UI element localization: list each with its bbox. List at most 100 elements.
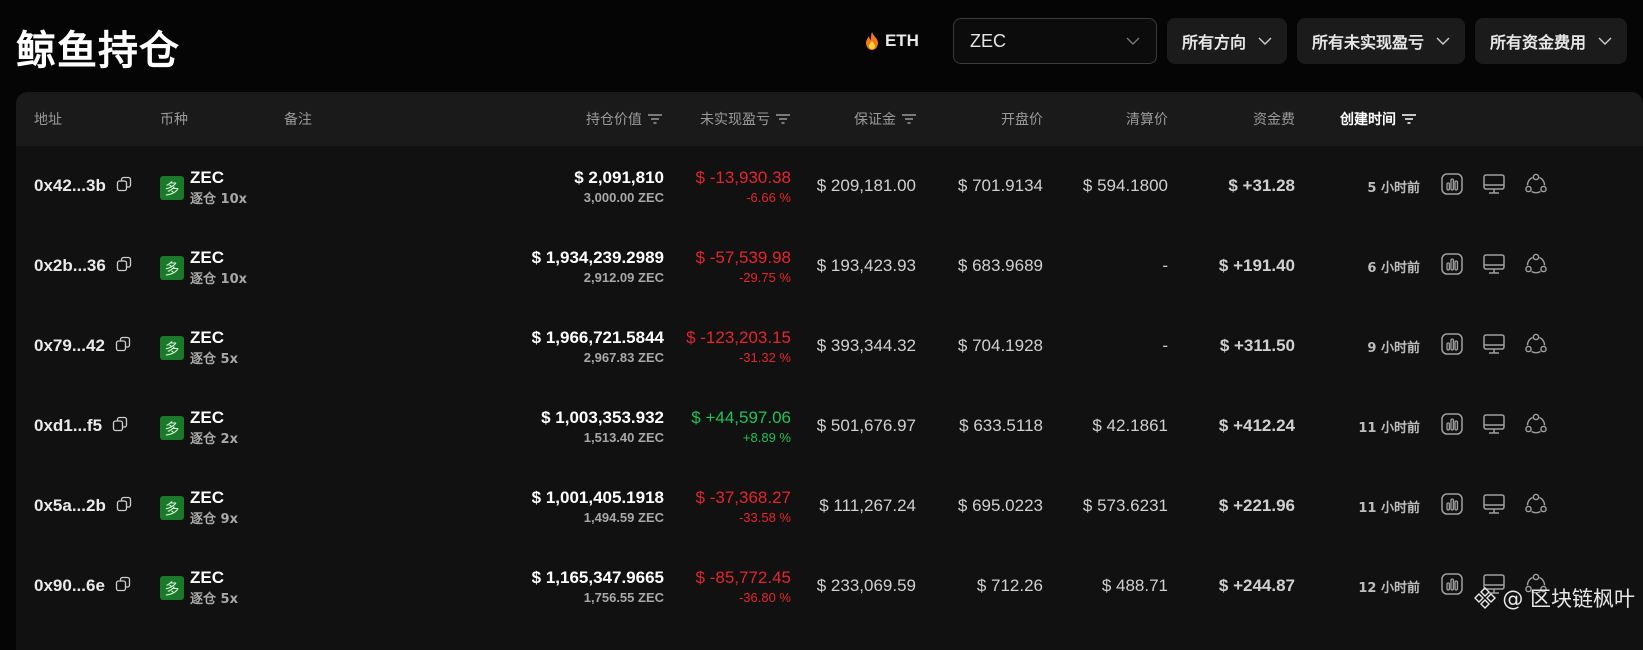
address-text[interactable]: 0x79...42 (34, 336, 105, 356)
position-value-cell: $ 1,001,405.1918 1,494.59 ZEC (436, 488, 664, 525)
margin-mode: 逐仓 5x (190, 592, 238, 607)
copy-icon[interactable] (115, 576, 131, 597)
monitor-icon[interactable] (1482, 492, 1506, 521)
unrealized-select-value: 所有未实现盈亏 (1311, 33, 1424, 52)
table-row[interactable]: 0x5a...2b 多 ZEC 逐仓 9x $ 1,001,405.1918 1,494.… (16, 466, 1643, 546)
copy-icon[interactable] (116, 496, 132, 517)
margin-mode: 逐仓 10x (190, 192, 248, 207)
monitor-icon[interactable] (1482, 172, 1506, 201)
share-icon[interactable] (1524, 412, 1548, 441)
table-row[interactable]: 0x42...3b 多 ZEC 逐仓 10x $ 2,091,810 3,000.00 Z… (16, 146, 1643, 226)
position-qty: 1,494.59 ZEC (583, 510, 664, 525)
pnl-value: $ +44,597.06 (691, 408, 791, 427)
chart-icon[interactable] (1440, 492, 1464, 521)
chevron-down-icon (1258, 37, 1272, 45)
address-cell: 0x5a...2b (34, 466, 132, 546)
coin-name: ZEC (190, 248, 224, 267)
copy-icon[interactable] (116, 256, 132, 277)
long-badge: 多 (160, 576, 184, 600)
funding-select[interactable]: 所有资金费用 (1474, 18, 1627, 64)
address-text[interactable]: 0x90...6e (34, 576, 105, 596)
table-row[interactable]: 0xd1...f5 多 ZEC 逐仓 2x $ 1,003,353.932 1,513.4… (16, 386, 1643, 466)
pnl-cell: $ -37,368.27 -33.58 % (666, 488, 791, 525)
copy-icon[interactable] (115, 336, 131, 357)
table-row[interactable]: 0x2b...36 多 ZEC 逐仓 10x $ 1,934,239.2989 2,912… (16, 226, 1643, 306)
long-badge: 多 (160, 176, 184, 200)
funding-fee-cell: $ +191.40 (1218, 256, 1295, 275)
monitor-icon[interactable] (1482, 252, 1506, 281)
pnl-percent: -6.66 % (746, 190, 791, 205)
header-margin-label: 保证金 (854, 112, 896, 128)
share-icon[interactable] (1524, 332, 1548, 361)
coin-cell: 多 ZEC 逐仓 2x (160, 408, 238, 447)
pnl-value: $ -37,368.27 (695, 488, 791, 507)
address-text[interactable]: 0x5a...2b (34, 496, 106, 516)
funding-fee-cell: $ +311.50 (1219, 336, 1295, 355)
open-price-cell: $ 704.1928 (957, 336, 1043, 355)
funding-select-value: 所有资金费用 (1489, 33, 1586, 52)
liq-price-cell: $ 594.1800 (1082, 176, 1168, 195)
coin-cell: 多 ZEC 逐仓 9x (160, 488, 238, 527)
copy-icon[interactable] (116, 176, 132, 197)
coin-cell: 多 ZEC 逐仓 5x (160, 568, 238, 607)
monitor-icon[interactable] (1482, 412, 1506, 441)
address-text[interactable]: 0x2b...36 (34, 256, 106, 276)
margin-cell: $ 193,423.93 (816, 256, 916, 275)
share-icon[interactable] (1524, 252, 1548, 281)
header-open-price-label: 开盘价 (1001, 112, 1043, 128)
header-created-time[interactable]: 创建时间 (1340, 92, 1416, 146)
funding-fee-cell: $ +244.87 (1218, 576, 1295, 595)
long-badge: 多 (160, 256, 184, 280)
header-unrealized-pnl[interactable]: 未实现盈亏 (666, 92, 790, 146)
address-cell: 0xd1...f5 (34, 386, 128, 466)
funding-fee-cell: $ +31.28 (1228, 176, 1295, 195)
coin-select[interactable]: ZEC (952, 18, 1157, 64)
row-actions (1440, 226, 1548, 306)
created-time-cell: 5 小时前 (1367, 180, 1420, 196)
chart-icon[interactable] (1440, 572, 1464, 601)
chart-icon[interactable] (1440, 252, 1464, 281)
pnl-value: $ -123,203.15 (686, 328, 791, 347)
position-value: $ 1,934,239.2989 (531, 248, 664, 267)
table-row[interactable]: 0x90...6e 多 ZEC 逐仓 5x $ 1,165,347.9665 1,756.… (16, 546, 1643, 626)
liq-price-cell: $ 573.6231 (1082, 496, 1168, 515)
direction-select[interactable]: 所有方向 (1166, 18, 1287, 64)
open-price-cell: $ 633.5118 (959, 416, 1043, 435)
hot-coin-chip[interactable]: ETH (865, 31, 943, 51)
address-text[interactable]: 0x42...3b (34, 176, 106, 196)
position-qty: 1,756.55 ZEC (583, 590, 664, 605)
position-value-cell: $ 1,003,353.932 1,513.40 ZEC (436, 408, 664, 445)
pnl-percent: +8.89 % (742, 430, 791, 445)
table-row[interactable]: 0x79...42 多 ZEC 逐仓 5x $ 1,966,721.5844 2,967.… (16, 306, 1643, 386)
pnl-value: $ -85,772.45 (695, 568, 791, 587)
long-badge: 多 (160, 336, 184, 360)
monitor-icon[interactable] (1482, 332, 1506, 361)
margin-mode: 逐仓 2x (190, 432, 238, 447)
position-value: $ 1,003,353.932 (541, 408, 664, 427)
coin-name: ZEC (190, 328, 224, 347)
chart-icon[interactable] (1440, 172, 1464, 201)
share-icon[interactable] (1524, 172, 1548, 201)
funding-fee-cell: $ +221.96 (1218, 496, 1295, 515)
coin-cell: 多 ZEC 逐仓 10x (160, 168, 247, 207)
pnl-cell: $ -13,930.38 -6.66 % (666, 168, 791, 205)
chart-icon[interactable] (1440, 332, 1464, 361)
share-icon[interactable] (1524, 492, 1548, 521)
header-address-label: 地址 (34, 112, 62, 128)
address-text[interactable]: 0xd1...f5 (34, 416, 102, 436)
coin-name: ZEC (190, 488, 224, 507)
row-actions (1440, 386, 1548, 466)
sort-filter-icon (776, 114, 790, 124)
header-position-value[interactable]: 持仓价值 (536, 92, 662, 146)
header-margin[interactable]: 保证金 (806, 92, 916, 146)
direction-select-value: 所有方向 (1181, 33, 1246, 52)
unrealized-select[interactable]: 所有未实现盈亏 (1296, 18, 1465, 64)
liq-price-cell: $ 42.1861 (1092, 416, 1168, 435)
sort-filter-icon (902, 114, 916, 124)
table-header: 地址 币种 备注 持仓价值 未实现盈亏 保证金 开盘价 清算价 资金费 创建时间 (16, 92, 1643, 146)
created-time-cell: 9 小时前 (1367, 340, 1420, 356)
coin-cell: 多 ZEC 逐仓 10x (160, 248, 247, 287)
margin-cell: $ 209,181.00 (816, 176, 916, 195)
chart-icon[interactable] (1440, 412, 1464, 441)
copy-icon[interactable] (112, 416, 128, 437)
